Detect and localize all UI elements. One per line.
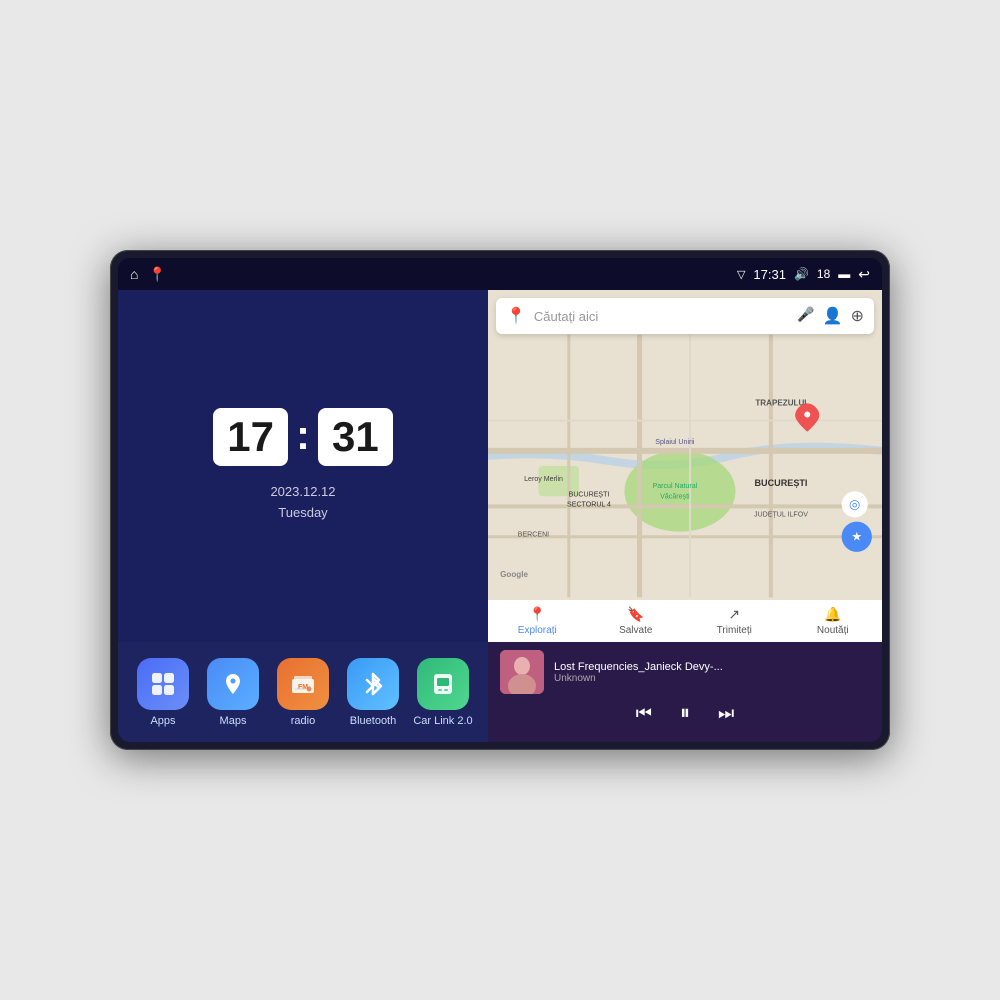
- svg-text:◎: ◎: [849, 496, 860, 511]
- app-item-apps[interactable]: Apps: [133, 658, 193, 727]
- play-pause-button[interactable]: ⏸: [680, 702, 690, 725]
- radio-label: radio: [291, 715, 315, 727]
- nav-saved[interactable]: 🔖 Salvate: [587, 606, 686, 636]
- svg-text:Google: Google: [500, 570, 528, 579]
- map-widget[interactable]: TRAPEZULUI BUCUREȘTI JUDEȚUL ILFOV BERCE…: [488, 290, 882, 642]
- prev-button[interactable]: ⏮: [636, 703, 652, 724]
- app-item-bluetooth[interactable]: Bluetooth: [343, 658, 403, 727]
- app-item-maps[interactable]: Maps: [203, 658, 263, 727]
- nav-explore[interactable]: 📍 Explorați: [488, 606, 587, 636]
- layers-icon[interactable]: ⊕: [851, 306, 864, 326]
- carlink-icon: [417, 658, 469, 710]
- device: ⌂ 📍 ▽ 17:31 🔊 18 ▬ ↩ 17: [110, 250, 890, 750]
- svg-text:BUCUREȘTI: BUCUREȘTI: [754, 478, 807, 488]
- apps-label: Apps: [150, 715, 175, 727]
- left-panel: 17 : 31 2023.12.12 Tuesday: [118, 290, 488, 742]
- volume-icon: 🔊: [794, 267, 809, 281]
- device-screen: ⌂ 📍 ▽ 17:31 🔊 18 ▬ ↩ 17: [118, 258, 882, 742]
- share-label: Trimiteți: [717, 625, 752, 636]
- music-info: Lost Frequencies_Janieck Devy-... Unknow…: [554, 661, 870, 684]
- clock-separator: :: [296, 414, 310, 456]
- status-time: 17:31: [753, 267, 786, 282]
- svg-text:★: ★: [851, 530, 862, 544]
- map-search-actions: 🎤 👤 ⊕: [797, 306, 864, 326]
- account-icon[interactable]: 👤: [823, 306, 843, 326]
- clock-minute: 31: [332, 413, 379, 460]
- map-nav-bar: 📍 Explorați 🔖 Salvate ↗ Trimiteți 🔔: [488, 600, 882, 642]
- clock-date: 2023.12.12 Tuesday: [270, 482, 335, 524]
- saved-icon: 🔖: [627, 606, 644, 623]
- svg-text:JUDEȚUL ILFOV: JUDEȚUL ILFOV: [754, 512, 808, 519]
- status-left: ⌂ 📍: [130, 266, 166, 283]
- battery-number: 18: [817, 267, 830, 281]
- signal-icon: ▽: [737, 268, 745, 281]
- clock-display: 17 : 31: [213, 408, 392, 466]
- svg-text:FM: FM: [298, 684, 308, 691]
- explore-icon: 📍: [529, 606, 546, 623]
- music-artist: Unknown: [554, 673, 870, 684]
- svg-text:Văcărești: Văcărești: [660, 493, 690, 500]
- clock-hour: 17: [227, 413, 274, 460]
- music-title: Lost Frequencies_Janieck Devy-...: [554, 661, 870, 673]
- map-search-placeholder: Căutați aici: [534, 309, 789, 324]
- status-bar: ⌂ 📍 ▽ 17:31 🔊 18 ▬ ↩: [118, 258, 882, 290]
- nav-news[interactable]: 🔔 Noutăți: [784, 606, 883, 636]
- map-search-bar[interactable]: 📍 Căutați aici 🎤 👤 ⊕: [496, 298, 874, 334]
- mic-icon[interactable]: 🎤: [797, 306, 814, 326]
- svg-text:TRAPEZULUI: TRAPEZULUI: [755, 398, 806, 407]
- news-icon: 🔔: [824, 606, 841, 623]
- svg-text:Leroy Merlin: Leroy Merlin: [524, 476, 563, 483]
- saved-label: Salvate: [619, 625, 652, 636]
- maps-shortcut-icon[interactable]: 📍: [148, 266, 165, 283]
- next-button[interactable]: ⏭: [718, 703, 734, 724]
- clock-hour-block: 17: [213, 408, 288, 466]
- right-panel: TRAPEZULUI BUCUREȘTI JUDEȚUL ILFOV BERCE…: [488, 290, 882, 742]
- maps-label: Maps: [220, 715, 247, 727]
- svg-text:BERCENI: BERCENI: [518, 532, 549, 539]
- music-controls: ⏮ ⏸ ⏭: [500, 702, 870, 725]
- app-item-radio[interactable]: FM radio: [273, 658, 333, 727]
- nav-share[interactable]: ↗ Trimiteți: [685, 606, 784, 636]
- battery-icon: ▬: [838, 267, 850, 281]
- svg-text:Parcul Natural: Parcul Natural: [653, 483, 698, 490]
- status-right: ▽ 17:31 🔊 18 ▬ ↩: [737, 266, 870, 283]
- carlink-label: Car Link 2.0: [413, 715, 472, 727]
- apps-icon: [137, 658, 189, 710]
- home-icon[interactable]: ⌂: [130, 266, 138, 282]
- music-thumbnail: [500, 650, 544, 694]
- music-top: Lost Frequencies_Janieck Devy-... Unknow…: [500, 650, 870, 694]
- bluetooth-label: Bluetooth: [350, 715, 396, 727]
- svg-text:BUCUREȘTI: BUCUREȘTI: [569, 491, 610, 498]
- app-item-carlink[interactable]: Car Link 2.0: [413, 658, 473, 727]
- app-bar: Apps Maps: [118, 642, 488, 742]
- radio-icon: FM: [277, 658, 329, 710]
- explore-label: Explorați: [518, 625, 557, 636]
- back-icon[interactable]: ↩: [858, 266, 870, 283]
- music-player: Lost Frequencies_Janieck Devy-... Unknow…: [488, 642, 882, 742]
- main-content: 17 : 31 2023.12.12 Tuesday: [118, 290, 882, 742]
- clock-widget: 17 : 31 2023.12.12 Tuesday: [118, 290, 488, 642]
- maps-icon: [207, 658, 259, 710]
- bluetooth-icon: [347, 658, 399, 710]
- share-icon: ↗: [728, 606, 740, 623]
- svg-text:SECTORUL 4: SECTORUL 4: [567, 501, 611, 508]
- news-label: Noutăți: [817, 625, 849, 636]
- maps-logo-icon: 📍: [506, 306, 526, 326]
- svg-text:Splaiul Unirii: Splaiul Unirii: [655, 439, 695, 446]
- clock-minute-block: 31: [318, 408, 393, 466]
